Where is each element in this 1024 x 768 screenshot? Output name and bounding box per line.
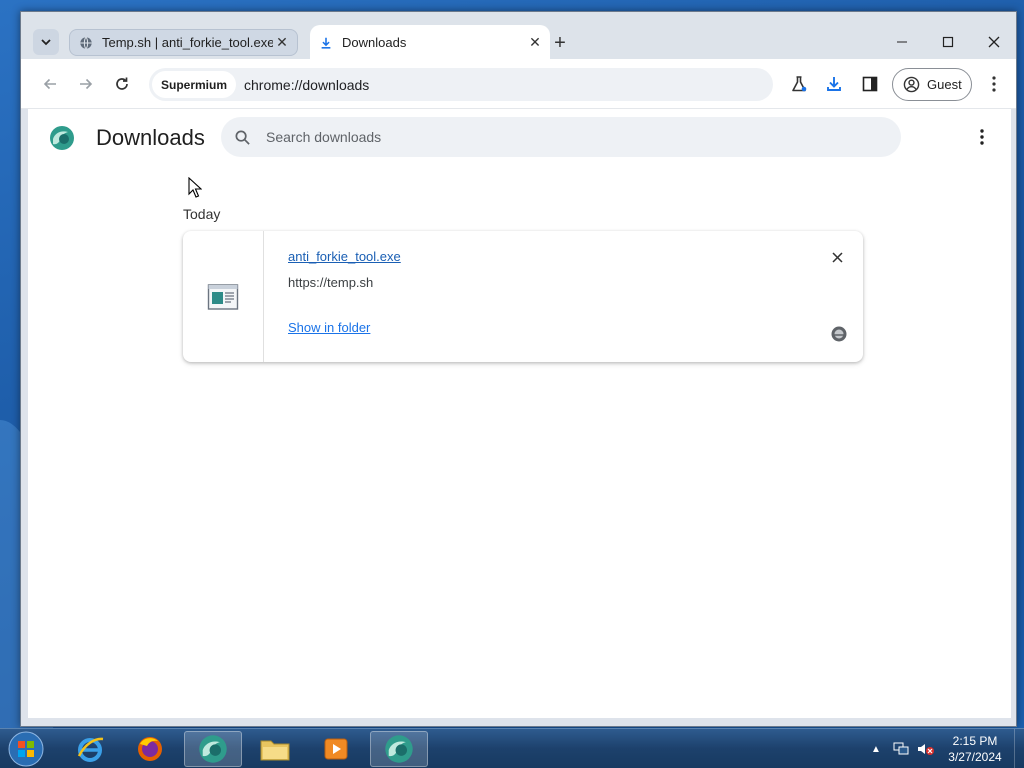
clock-time: 2:15 PM xyxy=(952,734,998,748)
executable-file-icon xyxy=(207,283,239,310)
taskbar-file-explorer[interactable] xyxy=(246,731,304,767)
supermium-icon xyxy=(385,735,413,763)
account-icon xyxy=(903,76,920,93)
forward-button[interactable] xyxy=(74,72,98,96)
tab-title: Temp.sh | anti_forkie_tool.exe xyxy=(102,35,273,50)
tab-title: Downloads xyxy=(342,35,407,50)
browser-chip[interactable]: Supermium xyxy=(152,71,237,98)
firefox-icon xyxy=(138,737,162,761)
side-panel-icon xyxy=(862,76,878,92)
download-file-name-link[interactable]: anti_forkie_tool.exe xyxy=(288,249,401,264)
taskbar: ▲ 2:15 PM 3/27/2024 xyxy=(0,728,1024,768)
close-icon xyxy=(988,36,1000,48)
maximize-icon xyxy=(942,36,954,48)
side-panel-button[interactable] xyxy=(858,72,882,96)
show-hidden-icons-button[interactable]: ▲ xyxy=(865,738,887,760)
date-header: Today xyxy=(183,206,221,222)
page-title: Downloads xyxy=(96,125,205,150)
page-menu-button[interactable] xyxy=(970,125,994,149)
windows-logo-icon xyxy=(8,731,44,767)
taskbar-clock[interactable]: 2:15 PM 3/27/2024 xyxy=(940,733,1010,765)
taskbar-internet-explorer[interactable] xyxy=(61,731,119,767)
maximize-button[interactable] xyxy=(936,30,960,54)
browser-toolbar: Supermium chrome://downloads Guest xyxy=(21,59,1016,109)
clock-date: 3/27/2024 xyxy=(948,750,1002,764)
address-bar[interactable]: Supermium chrome://downloads xyxy=(149,68,773,101)
internet-explorer-icon xyxy=(77,737,104,762)
chevron-down-icon xyxy=(41,39,51,46)
url-text[interactable]: chrome://downloads xyxy=(244,77,369,93)
supermium-icon xyxy=(199,735,227,763)
arrow-right-icon xyxy=(80,78,93,90)
more-vert-icon xyxy=(980,129,984,145)
profile-label: Guest xyxy=(927,77,962,92)
start-button[interactable] xyxy=(6,730,46,768)
search-icon xyxy=(235,130,250,145)
download-status-icon xyxy=(831,326,847,342)
taskbar-supermium[interactable] xyxy=(184,731,242,767)
profile-button[interactable]: Guest xyxy=(892,68,972,101)
back-button[interactable] xyxy=(38,72,62,96)
remove-download-button[interactable] xyxy=(827,247,847,267)
downloads-button[interactable] xyxy=(822,72,846,96)
search-input[interactable] xyxy=(266,129,826,145)
file-icon-cell xyxy=(183,231,264,362)
show-desktop-button[interactable] xyxy=(1014,729,1024,768)
download-item-card: anti_forkie_tool.exe https://temp.sh Sho… xyxy=(183,231,863,362)
show-in-folder-link[interactable]: Show in folder xyxy=(288,320,370,335)
flask-icon xyxy=(792,76,807,92)
window-close-button[interactable] xyxy=(982,30,1006,54)
tab-downloads[interactable]: Downloads ✕ xyxy=(310,25,550,60)
search-downloads-box[interactable] xyxy=(221,117,901,157)
taskbar-firefox[interactable] xyxy=(121,731,179,767)
tab-search-button[interactable] xyxy=(33,29,59,55)
system-tray: ▲ xyxy=(865,729,940,768)
more-vert-icon xyxy=(992,76,996,92)
network-icon[interactable] xyxy=(890,738,912,760)
taskbar-media-player[interactable] xyxy=(307,731,365,767)
reload-icon xyxy=(116,77,128,90)
minimize-button[interactable] xyxy=(890,30,914,54)
close-icon[interactable]: ✕ xyxy=(273,34,291,52)
taskbar-supermium-active[interactable] xyxy=(370,731,428,767)
close-icon[interactable]: ✕ xyxy=(526,34,544,52)
browser-menu-button[interactable] xyxy=(982,72,1006,96)
arrow-left-icon xyxy=(43,78,56,90)
folder-icon xyxy=(260,740,290,761)
media-player-icon xyxy=(324,738,348,760)
downloads-page: Downloads Today anti_forkie_tool.exe htt… xyxy=(28,109,1011,718)
download-icon xyxy=(827,77,841,91)
globe-icon xyxy=(78,35,94,51)
new-tab-button[interactable]: + xyxy=(549,32,571,54)
browser-window: Temp.sh | anti_forkie_tool.exe ✕ Downloa… xyxy=(20,11,1017,727)
download-source-url: https://temp.sh xyxy=(288,275,374,290)
reload-button[interactable] xyxy=(110,72,134,96)
tab-strip: Temp.sh | anti_forkie_tool.exe ✕ Downloa… xyxy=(21,12,1016,60)
tab-temp-sh[interactable]: Temp.sh | anti_forkie_tool.exe ✕ xyxy=(69,29,298,56)
close-icon xyxy=(831,251,843,263)
volume-muted-icon[interactable] xyxy=(915,738,937,760)
mouse-pointer-icon xyxy=(188,177,202,198)
minimize-icon xyxy=(897,41,907,43)
supermium-logo-icon xyxy=(50,126,74,150)
labs-button[interactable] xyxy=(787,72,811,96)
download-icon xyxy=(318,35,334,51)
